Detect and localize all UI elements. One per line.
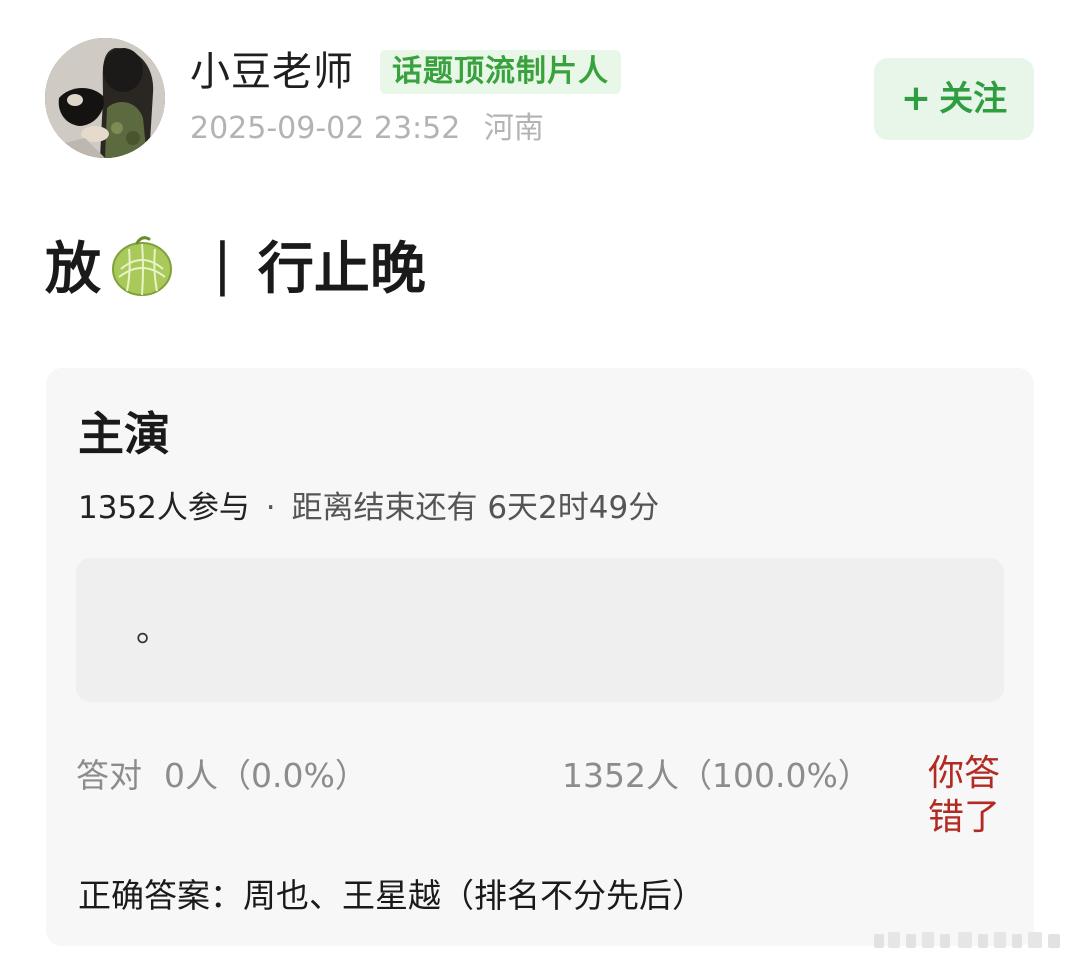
correct-count: 0人（0.0%） [164, 756, 368, 795]
quiz-option[interactable]: 。 [76, 558, 1004, 702]
quiz-heading: 主演 [78, 407, 170, 461]
plus-icon: + [900, 78, 932, 119]
post-title: 放 | 行止晚 [45, 226, 426, 302]
stats-separator: · [265, 490, 276, 526]
post-title-prefix: 放 [45, 236, 101, 302]
correct-result: 答对 0人（0.0%） [76, 754, 368, 798]
post-timestamp: 2025-09-02 23:52 [190, 111, 461, 146]
title-separator: | [213, 231, 232, 297]
quiz-card: 主演 1352人参与 · 距离结束还有 6天2时49分 。 答对 0人（0.0%）… [46, 368, 1034, 946]
post-location: 河南 [483, 111, 544, 146]
avatar[interactable] [45, 38, 165, 158]
quiz-option-text: 。 [136, 610, 170, 650]
melon-emoji-icon [109, 231, 175, 297]
watermark-logo [870, 926, 1070, 954]
post-meta: 2025-09-02 23:52 河南 [190, 108, 544, 150]
correct-answer: 正确答案：周也、王星越（排名不分先后） [78, 876, 705, 915]
quiz-countdown: 距离结束还有 6天2时49分 [291, 490, 660, 526]
wrong-count: 1352人（100.0%） [562, 756, 871, 795]
correct-label: 答对 [76, 756, 142, 795]
avatar-image [45, 38, 165, 158]
wrong-answer-tag: 你答错了 [928, 753, 1001, 838]
author-badge: 话题顶流制片人 [380, 50, 621, 94]
author-name[interactable]: 小豆老师 [190, 46, 354, 98]
post-title-suffix: 行止晚 [257, 236, 426, 302]
participant-count: 1352人参与 [78, 490, 250, 526]
follow-button[interactable]: + 关注 [874, 58, 1034, 140]
quiz-stats: 1352人参与 · 距离结束还有 6天2时49分 [78, 486, 659, 530]
follow-label: 关注 [939, 79, 1008, 119]
